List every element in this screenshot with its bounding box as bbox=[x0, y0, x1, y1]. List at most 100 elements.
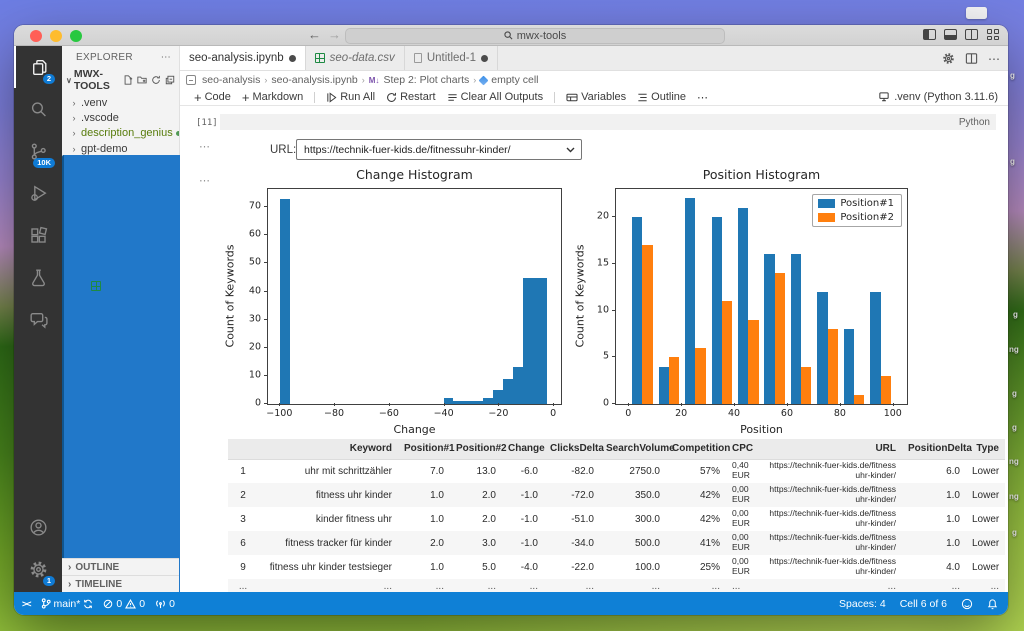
plot-area bbox=[267, 188, 562, 405]
back-icon[interactable]: ← bbox=[308, 27, 321, 42]
table-cell: -1.0 bbox=[502, 531, 544, 555]
chart-title: Change Histogram bbox=[267, 167, 562, 182]
split-editor-icon[interactable] bbox=[965, 29, 978, 40]
more-actions-icon[interactable]: ⋯ bbox=[988, 52, 1000, 66]
collapse-all-icon[interactable] bbox=[165, 75, 175, 85]
cell-language-picker[interactable]: Python bbox=[959, 117, 990, 128]
table-cell: kinder fitness uhr bbox=[258, 507, 398, 531]
run-all-icon bbox=[326, 92, 337, 103]
table-cell: 1 bbox=[228, 459, 258, 483]
toolbar-more-icon[interactable]: ⋯ bbox=[697, 91, 708, 104]
account-icon[interactable] bbox=[14, 506, 62, 548]
table-cell: 100.0 bbox=[600, 555, 666, 579]
unsaved-dot-icon[interactable] bbox=[289, 55, 296, 62]
restart-button[interactable]: Restart bbox=[386, 91, 435, 103]
search-icon bbox=[504, 31, 513, 40]
table-cell: 500.0 bbox=[600, 531, 666, 555]
y-tick bbox=[612, 356, 615, 357]
refresh-icon[interactable] bbox=[151, 75, 161, 85]
histogram-bar bbox=[817, 292, 827, 404]
close-window-button[interactable] bbox=[30, 30, 42, 42]
chevron-right-icon: › bbox=[70, 113, 78, 123]
tree-item--venv[interactable]: ›.venv bbox=[62, 95, 179, 110]
remote-indicator[interactable]: >< bbox=[22, 599, 31, 609]
code-cell-editor[interactable] bbox=[220, 114, 996, 130]
new-file-icon[interactable] bbox=[123, 75, 133, 85]
table-cell: 4.0 bbox=[902, 555, 966, 579]
table-cell: Lower bbox=[966, 483, 1005, 507]
spaces-indicator[interactable]: Spaces: 4 bbox=[839, 598, 886, 610]
title-bar: ← → mwx-tools bbox=[14, 25, 1008, 46]
kernel-picker[interactable]: .venv (Python 3.11.6) bbox=[878, 91, 998, 103]
cell-indicator[interactable]: Cell 6 of 6 bbox=[900, 598, 947, 610]
table-cell: Lower bbox=[966, 555, 1005, 579]
minimize-window-button[interactable] bbox=[50, 30, 62, 42]
settings-gear-icon[interactable]: 1 bbox=[14, 548, 62, 590]
extensions-icon[interactable] bbox=[14, 214, 62, 256]
unsaved-dot-icon[interactable] bbox=[481, 55, 488, 62]
variables-button[interactable]: Variables bbox=[566, 91, 626, 103]
y-tick-label: 10 bbox=[597, 304, 609, 315]
gear-icon[interactable] bbox=[942, 52, 955, 65]
table-cell: ... bbox=[450, 579, 502, 592]
toggle-sidebar-icon[interactable] bbox=[923, 29, 936, 40]
zoom-window-button[interactable] bbox=[70, 30, 82, 42]
chevron-down-icon: ∨ bbox=[66, 76, 72, 85]
timeline-panel-header[interactable]: › TIMELINE bbox=[62, 575, 179, 592]
tree-item-description-genius[interactable]: ›description_genius bbox=[62, 126, 179, 141]
tab-seo-data-csv[interactable]: seo-data.csv bbox=[306, 46, 405, 70]
run-debug-icon[interactable] bbox=[14, 172, 62, 214]
table-cell: 3 bbox=[228, 507, 258, 531]
x-axis-label: Change bbox=[267, 423, 562, 436]
histogram-bar bbox=[764, 254, 774, 404]
explorer-more-icon[interactable]: ⋯ bbox=[161, 52, 171, 63]
histogram-bar bbox=[503, 379, 513, 404]
tree-item--vscode[interactable]: ›.vscode bbox=[62, 110, 179, 125]
clear-all-outputs-button[interactable]: Clear All Outputs bbox=[447, 91, 544, 103]
histogram-bar bbox=[738, 208, 748, 404]
sync-icon[interactable] bbox=[83, 599, 93, 609]
source-control-icon[interactable]: 10K bbox=[14, 130, 62, 172]
new-folder-icon[interactable] bbox=[137, 75, 147, 85]
cell-toolbar-ellipsis[interactable]: ⋯ bbox=[199, 140, 211, 153]
table-cell: uhr mit schrittzähler bbox=[258, 459, 398, 483]
ports-item[interactable]: 0 bbox=[155, 598, 175, 610]
add-markdown-button[interactable]: +Markdown bbox=[242, 90, 303, 105]
feedback-smiley-icon[interactable] bbox=[961, 598, 973, 610]
tree-item-seo-analysis-ipynb[interactable]: seo-analysis.ipynb bbox=[62, 263, 179, 278]
git-branch-item[interactable]: main* bbox=[41, 598, 94, 610]
workspace-root[interactable]: ∨ MWX-TOOLS bbox=[62, 65, 179, 95]
add-code-button[interactable]: +Code bbox=[194, 90, 231, 105]
table-cell: ... bbox=[966, 579, 1005, 592]
url-dropdown[interactable]: https://technik-fuer-kids.de/fitnessuhr-… bbox=[296, 139, 582, 160]
outline-button[interactable]: Outline bbox=[637, 91, 686, 103]
table-cell: fitness uhr kinder testsieger bbox=[258, 555, 398, 579]
run-all-button[interactable]: Run All bbox=[326, 91, 375, 103]
forward-icon[interactable]: → bbox=[328, 27, 341, 42]
search-icon[interactable] bbox=[14, 88, 62, 130]
notifications-bell-icon[interactable] bbox=[987, 598, 998, 610]
breadcrumb-folder[interactable]: seo-analysis bbox=[202, 74, 260, 86]
chevron-right-icon: › bbox=[70, 144, 78, 154]
breadcrumb-section[interactable]: Step 2: Plot charts bbox=[383, 74, 469, 86]
split-editor-icon[interactable] bbox=[965, 52, 978, 65]
histogram-bar bbox=[463, 401, 473, 404]
comments-icon[interactable] bbox=[14, 298, 62, 340]
breadcrumb-file[interactable]: seo-analysis.ipynb bbox=[271, 74, 357, 86]
outline-panel-header[interactable]: › OUTLINE bbox=[62, 558, 179, 575]
command-center-search[interactable]: mwx-tools bbox=[345, 28, 725, 44]
explorer-icon[interactable]: 2 bbox=[14, 46, 62, 88]
breadcrumb-cell[interactable]: empty cell bbox=[491, 74, 538, 86]
toggle-panel-icon[interactable] bbox=[944, 29, 957, 40]
tab-seo-analysis-ipynb[interactable]: seo-analysis.ipynb bbox=[180, 46, 306, 70]
tree-item-gpt-demo[interactable]: ›gpt-demo bbox=[62, 141, 179, 156]
layout-icon[interactable] bbox=[987, 29, 1000, 40]
problems-item[interactable]: 0 0 bbox=[103, 598, 145, 610]
desktop-icon-label: ng bbox=[1009, 492, 1019, 501]
testing-icon[interactable] bbox=[14, 256, 62, 298]
table-cell: ... bbox=[544, 579, 600, 592]
tab-untitled-1[interactable]: Untitled-1 bbox=[405, 46, 498, 70]
output-ellipsis[interactable]: ⋯ bbox=[199, 174, 211, 187]
x-tick bbox=[498, 403, 499, 406]
collapse-cells-icon[interactable] bbox=[186, 75, 196, 85]
